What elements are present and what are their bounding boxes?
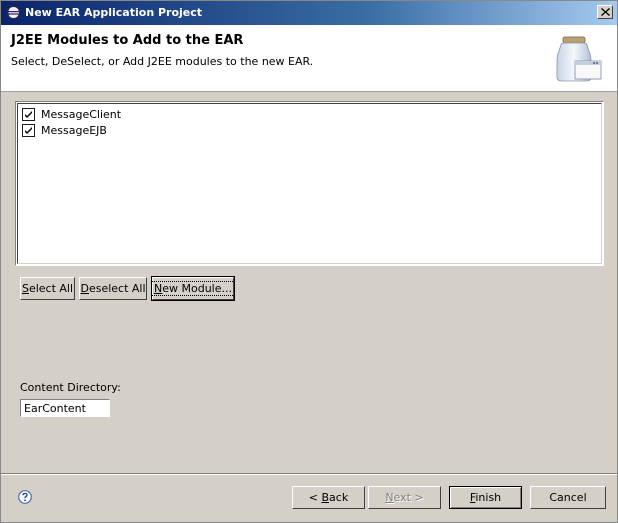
list-item[interactable]: MessageEJB <box>22 122 107 138</box>
select-all-button[interactable]: Select All <box>20 277 75 300</box>
close-icon <box>600 8 610 16</box>
checkmark-icon <box>25 126 32 134</box>
page-title: J2EE Modules to Add to the EAR <box>11 33 244 48</box>
checkmark-icon <box>25 110 32 118</box>
cancel-button[interactable]: Cancel <box>530 486 606 509</box>
module-checkbox[interactable] <box>22 107 35 121</box>
jar-window-icon <box>556 36 602 82</box>
list-item[interactable]: MessageClient <box>22 106 121 122</box>
content-directory-input[interactable]: EarContent <box>20 399 110 417</box>
page-description: Select, DeSelect, or Add J2EE modules to… <box>11 55 314 68</box>
finish-button[interactable]: Finish <box>449 486 522 509</box>
close-button[interactable] <box>597 5 613 19</box>
module-label: MessageClient <box>41 107 122 121</box>
module-checkbox[interactable] <box>22 123 35 137</box>
title-bar[interactable]: New EAR Application Project <box>1 1 617 25</box>
help-icon[interactable] <box>18 490 32 504</box>
window-title: New EAR Application Project <box>25 6 203 19</box>
deselect-all-button[interactable]: Deselect All <box>79 277 147 300</box>
next-button[interactable]: Next > <box>368 486 441 509</box>
footer-separator <box>1 473 617 475</box>
new-module-button[interactable]: New Module... <box>151 276 235 301</box>
back-button[interactable]: < Back <box>292 486 365 509</box>
content-directory-label: Content Directory: <box>20 381 121 394</box>
module-label: MessageEJB <box>41 123 107 137</box>
eclipse-icon <box>6 5 21 20</box>
dialog-window: New EAR Application Project J2EE Modules… <box>0 0 618 523</box>
module-list[interactable]: MessageClient MessageEJB <box>15 101 604 266</box>
wizard-header: J2EE Modules to Add to the EAR Select, D… <box>1 25 617 92</box>
